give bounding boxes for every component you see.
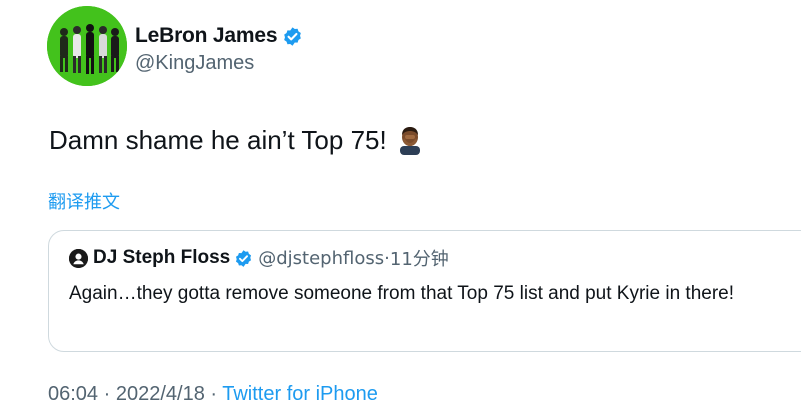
author-handle[interactable]: @KingJames bbox=[135, 52, 254, 75]
author-avatar[interactable] bbox=[47, 6, 127, 86]
author-name-row[interactable]: LeBron James bbox=[135, 22, 303, 50]
quoted-tweet-time[interactable]: 11分钟 bbox=[390, 245, 449, 271]
avatar-image bbox=[47, 6, 127, 86]
quoted-author-handle[interactable]: @djstephfloss bbox=[258, 248, 384, 269]
tweet-source-link[interactable]: Twitter for iPhone bbox=[222, 383, 378, 405]
quoted-author-display-name[interactable]: DJ Steph Floss bbox=[93, 247, 230, 269]
verified-badge-icon bbox=[282, 26, 303, 47]
tweet-footer: 06:04 · 2022/4/18 · Twitter for iPhone bbox=[48, 383, 378, 406]
quoted-tweet-header: DJ Steph Floss @djstephfloss · 11分钟 bbox=[69, 245, 449, 271]
translate-tweet-link[interactable]: 翻译推文 bbox=[48, 188, 120, 214]
quoted-author-avatar[interactable] bbox=[69, 248, 88, 268]
tweet-date[interactable]: 2022/4/18 bbox=[116, 383, 205, 405]
man-facepalming-icon bbox=[395, 125, 425, 155]
tweet-time[interactable]: 06:04 bbox=[48, 383, 98, 405]
tweet-text-content: Damn shame he ain’t Top 75! bbox=[49, 125, 387, 155]
verified-badge-icon bbox=[234, 249, 253, 268]
footer-separator: · bbox=[204, 383, 223, 405]
quoted-tweet-card[interactable]: DJ Steph Floss @djstephfloss · 11分钟 Agai… bbox=[48, 230, 801, 352]
footer-separator: · bbox=[98, 383, 116, 405]
author-display-name[interactable]: LeBron James bbox=[135, 24, 278, 48]
quoted-tweet-text: Again…they gotta remove someone from tha… bbox=[69, 283, 735, 304]
tweet-text: Damn shame he ain’t Top 75! bbox=[49, 123, 425, 157]
